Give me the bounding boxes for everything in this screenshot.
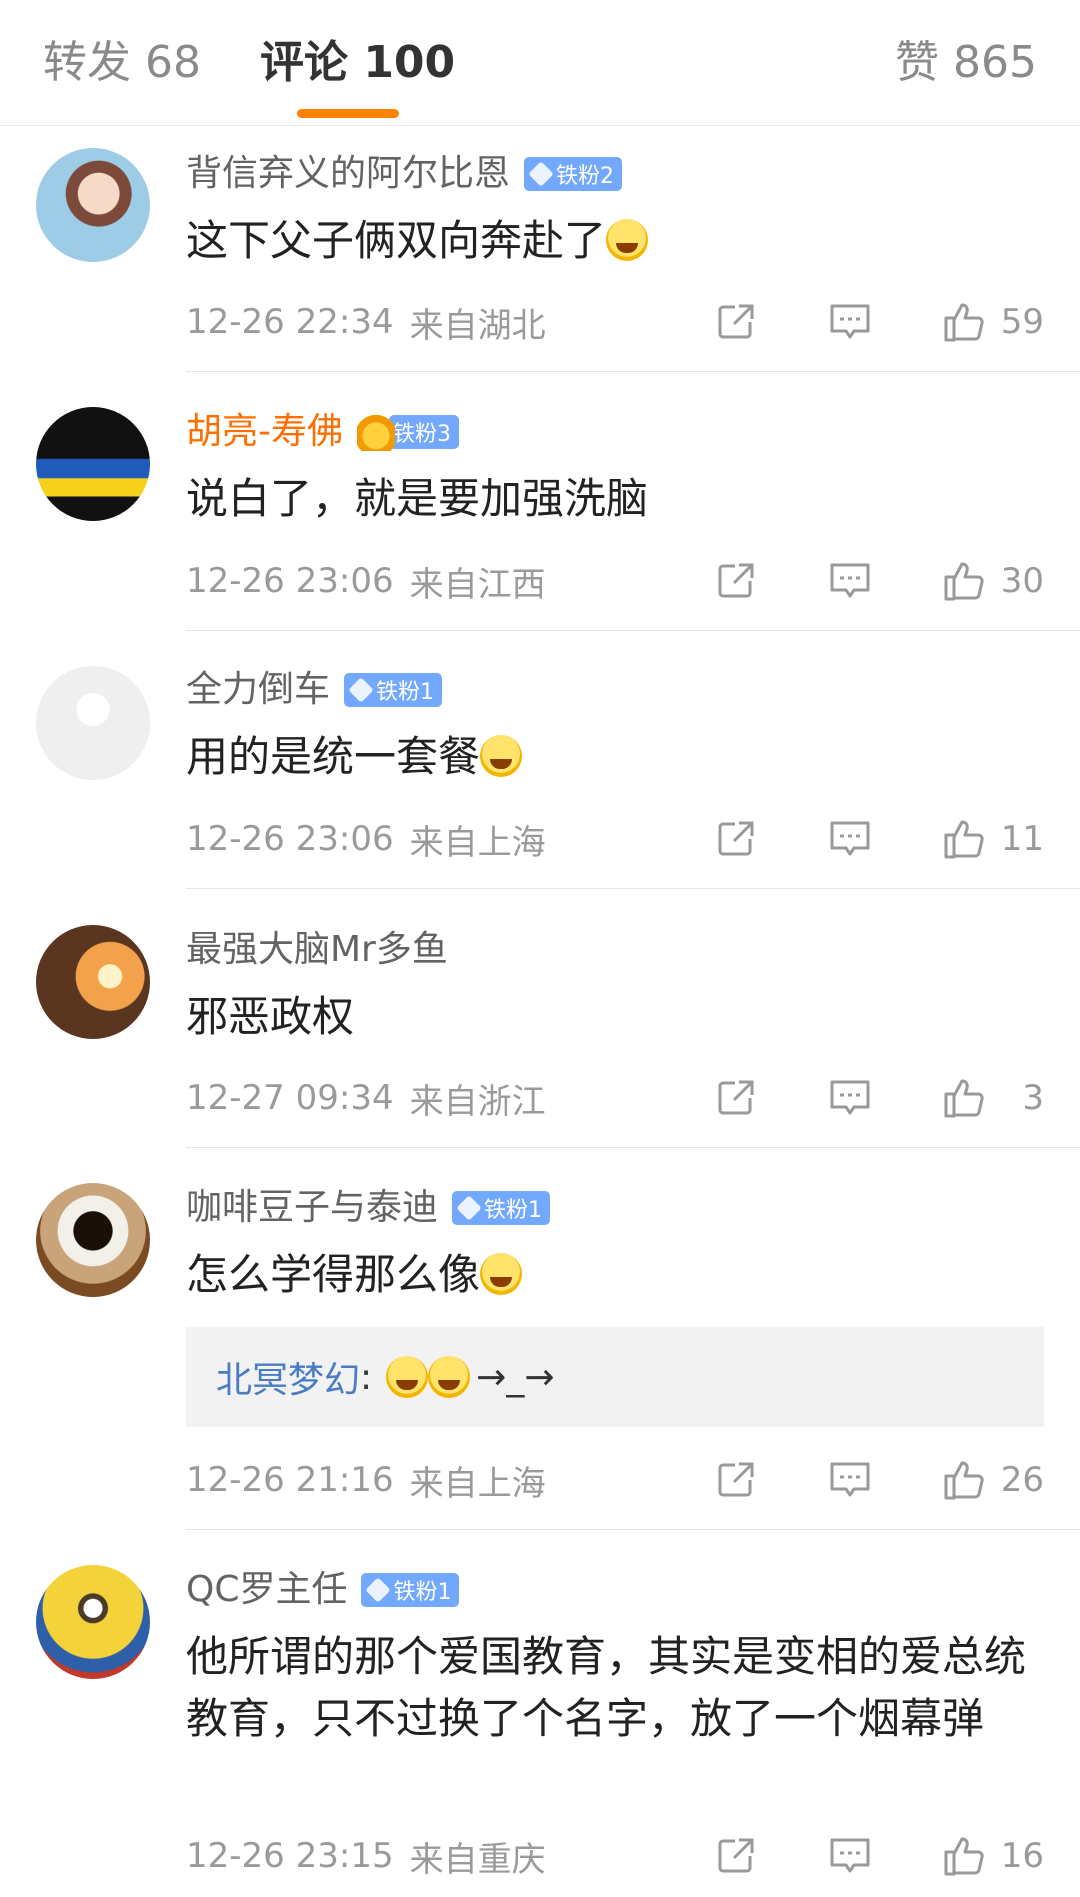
- diamond-icon: [348, 677, 374, 703]
- reply-username[interactable]: 北冥梦幻: [216, 1351, 360, 1403]
- avatar[interactable]: [36, 1565, 150, 1679]
- share-icon[interactable]: [714, 817, 758, 861]
- like-icon[interactable]: [942, 300, 986, 344]
- comment-time: 12-26 23:15: [186, 1836, 394, 1876]
- comment-text: 用的是统一套餐: [186, 726, 1046, 788]
- share-icon[interactable]: [714, 1076, 758, 1120]
- like-count: 16: [1000, 1836, 1044, 1876]
- like-count: 3: [1022, 1078, 1044, 1118]
- avatar[interactable]: [36, 407, 150, 521]
- reply-text: →_→: [476, 1356, 555, 1398]
- fan-badge: 铁粉2: [524, 157, 623, 191]
- reply-icon[interactable]: [828, 1076, 872, 1120]
- reply-icon[interactable]: [828, 300, 872, 344]
- crown-icon: [357, 413, 395, 451]
- username[interactable]: 咖啡豆子与泰迪: [186, 1184, 438, 1232]
- fan-badge: 铁粉1: [452, 1191, 551, 1225]
- reply-icon[interactable]: [828, 559, 872, 603]
- laugh-cry-emoji-icon: [606, 219, 649, 261]
- avatar[interactable]: [36, 925, 150, 1039]
- tab-comments[interactable]: 评论 100: [260, 30, 455, 96]
- tab-likes[interactable]: 赞 865: [895, 30, 1037, 96]
- username[interactable]: 胡亮-寿佛: [186, 408, 343, 456]
- username[interactable]: 最强大脑Mr多鱼: [186, 926, 448, 974]
- reply-colon: :: [360, 1356, 373, 1398]
- like-count: 30: [1000, 561, 1044, 601]
- share-icon[interactable]: [714, 1458, 758, 1502]
- divider: [186, 371, 1080, 372]
- like-count: 26: [1000, 1460, 1044, 1500]
- like-count: 59: [1000, 302, 1044, 342]
- fan-badge: 铁粉1: [344, 673, 443, 707]
- diamond-icon: [456, 1195, 482, 1221]
- doge-emoji-icon: [480, 735, 523, 777]
- avatar[interactable]: [36, 1183, 150, 1297]
- like-icon[interactable]: [942, 1834, 986, 1878]
- reply-preview[interactable]: 北冥梦幻 : →_→: [186, 1327, 1044, 1427]
- divider: [186, 1147, 1080, 1148]
- tab-bar: 转发 68 评论 100 赞 865: [0, 0, 1080, 126]
- like-icon[interactable]: [942, 817, 986, 861]
- comment-text: 怎么学得那么像: [186, 1244, 1046, 1306]
- comment-text: 他所谓的那个爱国教育，其实是变相的爱总统教育，只不过换了个名字，放了一个烟幕弹: [186, 1632, 1027, 1743]
- comment-text: 邪恶政权: [186, 992, 355, 1041]
- divider: [186, 630, 1080, 631]
- active-tab-indicator: [297, 109, 399, 118]
- share-icon[interactable]: [714, 559, 758, 603]
- like-count: 11: [1000, 819, 1044, 859]
- like-icon[interactable]: [942, 1458, 986, 1502]
- share-icon[interactable]: [714, 1834, 758, 1878]
- grin-emoji-icon: [386, 1356, 429, 1398]
- comment-time: 12-26 22:34: [186, 302, 394, 342]
- tab-repost[interactable]: 转发 68: [43, 30, 201, 96]
- reply-icon[interactable]: [828, 817, 872, 861]
- divider: [186, 1529, 1080, 1530]
- like-icon[interactable]: [942, 559, 986, 603]
- comment-location: 来自浙江: [409, 1081, 546, 1122]
- username[interactable]: 全力倒车: [186, 666, 330, 714]
- comment-location: 来自上海: [409, 822, 546, 863]
- share-icon[interactable]: [714, 300, 758, 344]
- comment-location: 来自江西: [409, 564, 546, 605]
- comment-time: 12-26 23:06: [186, 561, 394, 601]
- like-icon[interactable]: [942, 1076, 986, 1120]
- avatar[interactable]: [36, 148, 150, 262]
- comment-location: 来自上海: [409, 1463, 546, 1504]
- comment-time: 12-26 23:06: [186, 819, 394, 859]
- fan-badge: 铁粉3: [389, 415, 459, 449]
- reply-icon[interactable]: [828, 1834, 872, 1878]
- grin-emoji-icon: [428, 1356, 471, 1398]
- comment-location: 来自重庆: [409, 1839, 546, 1880]
- comment-location: 来自湖北: [409, 305, 546, 346]
- comment-time: 12-27 09:34: [186, 1078, 394, 1118]
- comment-text: 这下父子俩双向奔赴了: [186, 210, 1046, 272]
- username[interactable]: 背信弃义的阿尔比恩: [186, 150, 510, 198]
- username[interactable]: QC罗主任: [186, 1566, 347, 1614]
- comment-time: 12-26 21:16: [186, 1460, 394, 1500]
- avatar[interactable]: [36, 666, 150, 780]
- thinking-emoji-icon: [480, 1253, 523, 1295]
- diamond-icon: [528, 161, 554, 187]
- comment-text: 说白了，就是要加强洗脑: [186, 474, 649, 523]
- fan-badge: 铁粉1: [361, 1573, 460, 1607]
- divider: [186, 888, 1080, 889]
- diamond-icon: [365, 1577, 392, 1603]
- reply-icon[interactable]: [828, 1458, 872, 1502]
